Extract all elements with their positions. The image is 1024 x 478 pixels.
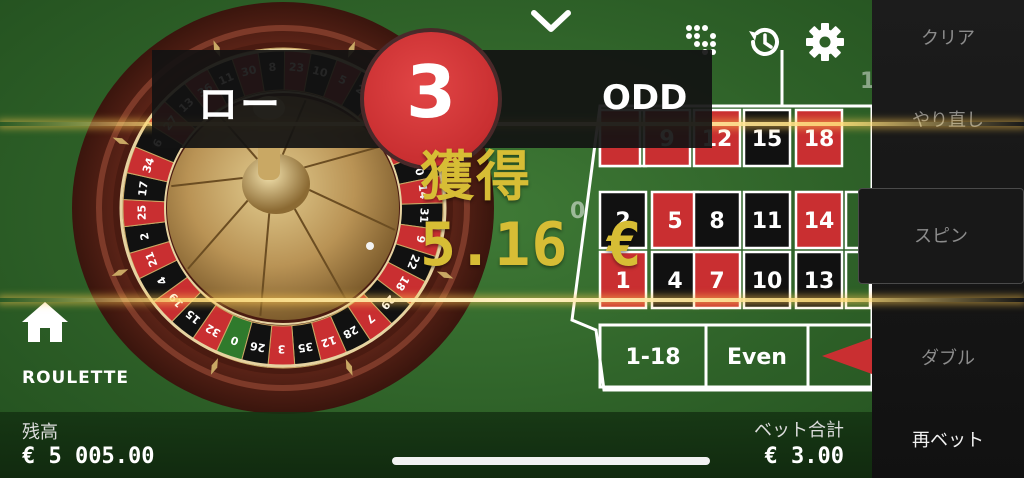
gear-icon[interactable] bbox=[805, 22, 845, 62]
winning-number: 3 bbox=[405, 50, 457, 134]
table-cell-number: 13 bbox=[860, 69, 872, 94]
bet-total-label: ベット合計 bbox=[754, 420, 844, 441]
table-cell-number: 14 bbox=[804, 209, 835, 234]
balance-value: € 5 005.00 bbox=[22, 444, 155, 469]
result-low-high-label: ロー bbox=[198, 82, 282, 128]
control-panel: クリア やり直し スピン ダブル 再ベット bbox=[858, 0, 1024, 478]
undo-button[interactable]: やり直し bbox=[872, 106, 1024, 132]
wheel-pocket-number: 25 bbox=[135, 205, 148, 221]
table-cell-number: 7 bbox=[709, 269, 724, 294]
outside-bet-label: Even bbox=[727, 345, 787, 370]
bet-total-value: € 3.00 bbox=[764, 444, 844, 469]
table-cell-number: 10 bbox=[752, 269, 783, 294]
game-name-label: ROULETTE bbox=[22, 368, 129, 388]
table-cell-number: 4 bbox=[667, 269, 682, 294]
history-icon[interactable] bbox=[745, 23, 783, 61]
account-bar: 残高 € 5 005.00 ベット合計 € 3.00 bbox=[0, 412, 872, 478]
rebet-button[interactable]: 再ベット bbox=[872, 426, 1024, 452]
win-label: 獲得 bbox=[420, 145, 532, 208]
clear-button[interactable]: クリア bbox=[872, 24, 1024, 50]
wheel-pocket-number: 35 bbox=[297, 340, 314, 355]
result-odd-even-label: ODD bbox=[602, 78, 688, 118]
chevron-down-icon[interactable] bbox=[530, 4, 572, 38]
result-glow-line bbox=[0, 298, 1024, 302]
table-cell-number: 8 bbox=[709, 209, 724, 234]
table-cell-number: 13 bbox=[804, 269, 835, 294]
spin-button[interactable]: スピン bbox=[858, 188, 1024, 284]
outside-bet-label: 1-18 bbox=[625, 345, 680, 370]
lobby-button[interactable]: ROULETTE bbox=[18, 300, 128, 392]
home-icon bbox=[22, 302, 68, 342]
balance-label: 残高 bbox=[22, 422, 58, 443]
wheel-pocket-number: 26 bbox=[249, 339, 267, 355]
wheel-pocket-number: 3 bbox=[278, 342, 286, 355]
table-cell-number: 5 bbox=[667, 209, 682, 234]
wheel-pocket-number: 17 bbox=[136, 180, 151, 197]
table-cell-number: 15 bbox=[752, 127, 783, 152]
table-cell-number: 11 bbox=[752, 209, 783, 234]
double-button[interactable]: ダブル bbox=[872, 344, 1024, 370]
win-amount: 5.16 € bbox=[420, 210, 643, 280]
red-bet-diamond[interactable] bbox=[822, 338, 872, 374]
table-cell-number: 18 bbox=[804, 127, 835, 152]
home-indicator[interactable] bbox=[392, 457, 710, 465]
